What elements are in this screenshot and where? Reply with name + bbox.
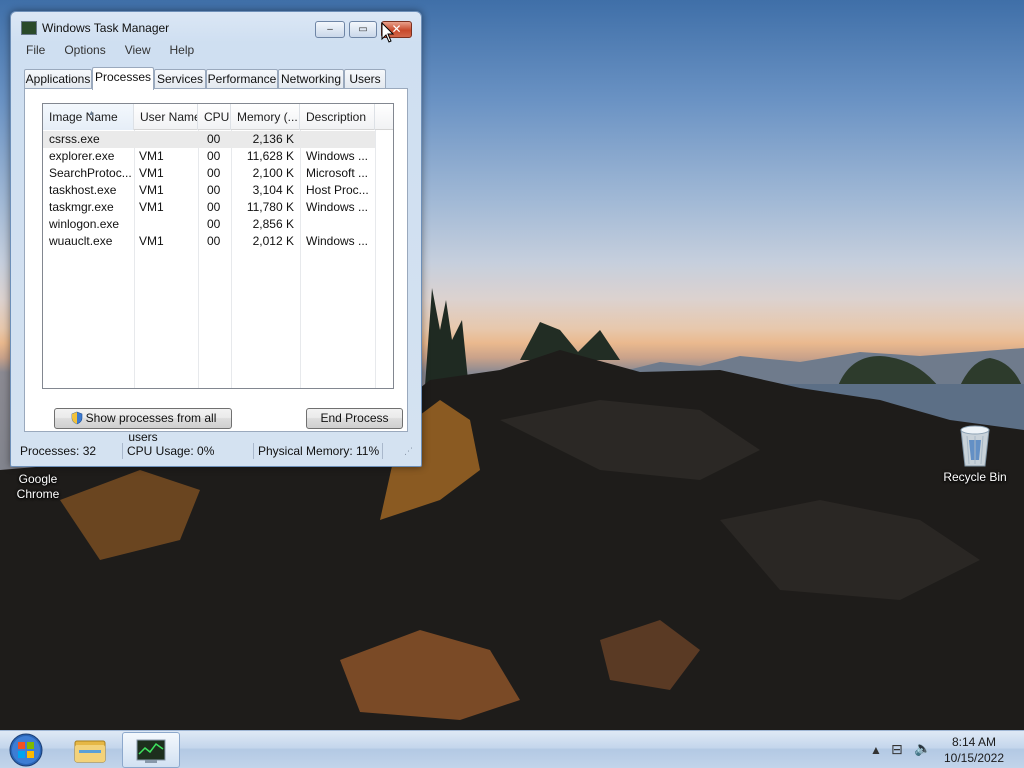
list-header: ▲ Image Name User Name CPU Memory (... D…: [43, 104, 393, 130]
cell-user: VM1: [139, 166, 164, 180]
status-separator: [253, 443, 254, 459]
column-image-name[interactable]: ▲ Image Name: [43, 104, 134, 130]
cell-cpu: 00: [207, 200, 221, 214]
status-bar: Processes: 32 CPU Usage: 0% Physical Mem…: [16, 440, 418, 462]
cell-cpu: 00: [207, 217, 221, 231]
task-manager-window: Windows Task Manager – ▭ ✕ File Options …: [10, 11, 422, 467]
cell-desc: Microsoft ...: [306, 166, 369, 180]
cell-memory: 2,100 K: [252, 166, 294, 180]
table-row[interactable]: SearchProtoc... VM1 00 2,100 K Microsoft ...: [43, 165, 375, 182]
column-cpu[interactable]: CPU: [198, 104, 231, 130]
cell-image: csrss.exe: [49, 132, 100, 146]
cell-image: taskmgr.exe: [49, 200, 114, 214]
clock-date: 10/15/2022: [943, 751, 1005, 765]
menu-bar: File Options View Help: [16, 42, 203, 60]
menu-view[interactable]: View: [115, 42, 160, 60]
menu-file[interactable]: File: [16, 42, 54, 60]
mouse-cursor-icon: [381, 22, 395, 43]
cell-cpu: 00: [207, 132, 221, 146]
tab-networking[interactable]: Networking: [278, 69, 344, 89]
status-separator: [382, 443, 383, 459]
cell-cpu: 00: [207, 149, 221, 163]
cell-user: VM1: [139, 200, 164, 214]
menu-options[interactable]: Options: [54, 42, 114, 60]
status-processes: Processes: 32: [20, 444, 97, 458]
column-image-name-label: Image Name: [49, 110, 118, 124]
taskbar: ▲ ⊟ 🔈 8:14 AM 10/15/2022: [0, 730, 1024, 768]
process-list[interactable]: ▲ Image Name User Name CPU Memory (... D…: [42, 103, 394, 389]
task-manager-taskbar-icon: [136, 739, 166, 763]
maximize-button[interactable]: ▭: [349, 21, 377, 38]
cell-memory: 11,628 K: [246, 149, 294, 163]
resize-grip-icon[interactable]: ⋰: [404, 440, 413, 462]
cell-desc: Windows ...: [306, 149, 369, 163]
cell-image: SearchProtoc...: [49, 166, 132, 180]
chrome-label-line2: Chrome: [16, 487, 60, 501]
network-icon[interactable]: ⊟: [891, 741, 903, 758]
taskbar-task-manager-button[interactable]: [122, 732, 180, 768]
cell-image: taskhost.exe: [49, 183, 117, 197]
clock-time: 8:14 AM: [951, 735, 997, 749]
table-row[interactable]: wuauclt.exe VM1 00 2,012 K Windows ...: [43, 233, 375, 250]
table-row[interactable]: taskhost.exe VM1 00 3,104 K Host Proc...: [43, 182, 375, 199]
status-cpu-usage: CPU Usage: 0%: [127, 444, 215, 458]
window-title: Windows Task Manager: [42, 21, 170, 35]
start-button[interactable]: [6, 732, 46, 768]
minimize-button[interactable]: –: [315, 21, 345, 38]
processes-panel: ▲ Image Name User Name CPU Memory (... D…: [24, 88, 408, 444]
cell-memory: 2,012 K: [252, 234, 294, 248]
cell-cpu: 00: [207, 166, 221, 180]
cell-image: wuauclt.exe: [49, 234, 113, 248]
menu-help[interactable]: Help: [160, 42, 204, 60]
cell-cpu: 00: [207, 234, 221, 248]
column-user-name[interactable]: User Name: [134, 104, 198, 130]
tab-users[interactable]: Users: [344, 69, 386, 89]
column-description[interactable]: Description: [300, 104, 375, 130]
column-divider: [375, 130, 376, 388]
tab-processes[interactable]: Processes: [92, 67, 154, 90]
cell-user: VM1: [139, 183, 164, 197]
sort-up-icon: ▲: [88, 110, 95, 117]
clock[interactable]: 8:14 AM 10/15/2022: [926, 734, 1022, 766]
windows-logo-icon: [9, 733, 43, 767]
end-process-button[interactable]: End Process: [306, 408, 403, 429]
taskbar-explorer-button[interactable]: [60, 732, 118, 768]
status-separator: [122, 443, 123, 459]
recycle-bin-icon: [960, 425, 990, 467]
show-hidden-icons-button[interactable]: ▲: [870, 743, 882, 757]
cell-memory: 3,104 K: [252, 183, 294, 197]
tab-performance[interactable]: Performance: [206, 69, 278, 89]
cell-image: explorer.exe: [49, 149, 115, 163]
desktop-icon-recycle-bin[interactable]: Recycle Bin: [935, 424, 1015, 485]
tab-applications[interactable]: Applications: [24, 69, 92, 89]
show-all-processes-button[interactable]: Show processes from all users: [54, 408, 232, 444]
status-physical-memory: Physical Memory: 11%: [258, 444, 380, 458]
table-row[interactable]: winlogon.exe 00 2,856 K: [43, 216, 375, 233]
column-memory[interactable]: Memory (...: [231, 104, 300, 130]
cell-memory: 2,136 K: [252, 132, 294, 146]
folder-icon: [74, 740, 106, 763]
cell-desc: Host Proc...: [306, 183, 369, 197]
table-row[interactable]: csrss.exe 00 2,136 K: [43, 131, 375, 148]
cell-cpu: 00: [207, 183, 221, 197]
recycle-bin-label: Recycle Bin: [943, 470, 1007, 484]
task-manager-app-icon: [21, 21, 37, 35]
column-filler: [375, 104, 393, 130]
table-row[interactable]: taskmgr.exe VM1 00 11,780 K Windows ...: [43, 199, 375, 216]
table-row[interactable]: explorer.exe VM1 00 11,628 K Windows ...: [43, 148, 375, 165]
tab-services[interactable]: Services: [154, 69, 206, 89]
shield-icon: [71, 411, 82, 425]
chrome-label-line1: Google: [18, 472, 58, 486]
cell-user: VM1: [139, 234, 164, 248]
title-bar[interactable]: Windows Task Manager: [21, 21, 169, 35]
cell-desc: Windows ...: [306, 200, 369, 214]
cell-desc: Windows ...: [306, 234, 369, 248]
cell-image: winlogon.exe: [49, 217, 120, 231]
cell-memory: 11,780 K: [246, 200, 294, 214]
cell-memory: 2,856 K: [252, 217, 294, 231]
cell-user: VM1: [139, 149, 164, 163]
